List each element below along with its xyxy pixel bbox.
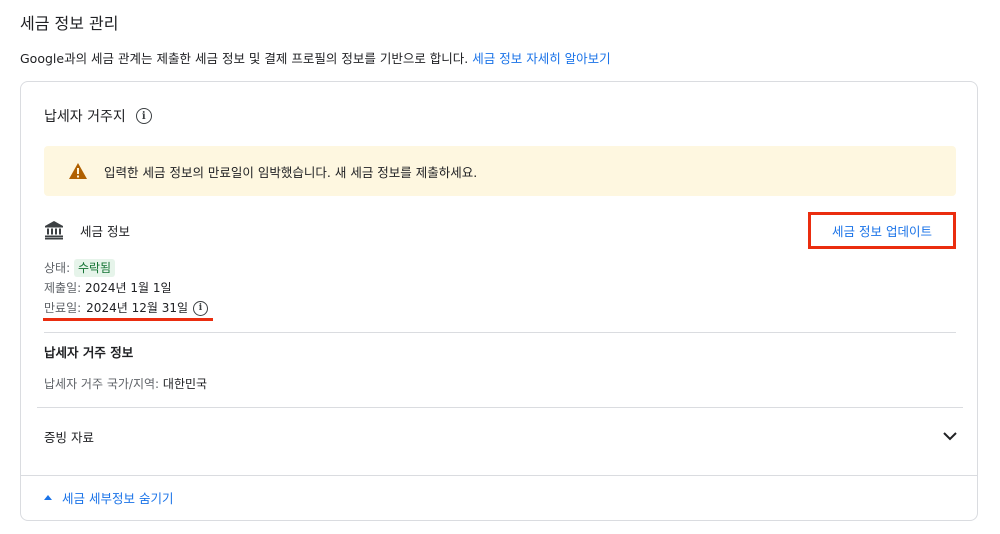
intro-text: Google과의 세금 관계는 제출한 세금 정보 및 결제 프로필의 정보를 … — [20, 48, 611, 67]
residence-info-title: 납세자 거주 정보 — [44, 345, 134, 360]
expiry-warning-banner: 입력한 세금 정보의 만료일이 임박했습니다. 새 세금 정보를 제출하세요. — [44, 146, 956, 196]
expiry-line: 만료일: 2024년 12월 31일 i — [44, 298, 208, 318]
expiry-value: 2024년 12월 31일 — [86, 301, 188, 315]
expiry-highlight-underline — [43, 318, 213, 321]
section-header: 납세자 거주지 i — [44, 106, 152, 126]
status-line: 상태: 수락됨 — [44, 258, 208, 278]
hide-details-label: 세금 세부정보 숨기기 — [62, 491, 174, 506]
intro-description: Google과의 세금 관계는 제출한 세금 정보 및 결제 프로필의 정보를 … — [20, 51, 469, 66]
submitted-line: 제출일: 2024년 1월 1일 — [44, 278, 208, 298]
tax-info-header: 세금 정보 — [44, 220, 130, 240]
evidence-label: 증빙 자료 — [44, 429, 94, 445]
tax-info-label: 세금 정보 — [80, 223, 130, 239]
caret-up-icon — [44, 495, 52, 500]
tax-residence-card: 납세자 거주지 i 입력한 세금 정보의 만료일이 임박했습니다. 새 세금 정… — [20, 81, 978, 521]
expiry-label: 만료일: — [44, 301, 82, 315]
divider — [21, 475, 977, 476]
warning-icon — [69, 163, 87, 179]
bank-icon — [45, 221, 63, 240]
section-title: 납세자 거주지 — [44, 109, 126, 125]
status-label: 상태: — [44, 261, 71, 275]
warning-text: 입력한 세금 정보의 만료일이 임박했습니다. 새 세금 정보를 제출하세요. — [104, 164, 478, 180]
chevron-down-icon[interactable] — [942, 428, 958, 444]
status-badge: 수락됨 — [73, 259, 116, 277]
update-tax-info-button[interactable]: 세금 정보 업데이트 — [808, 211, 956, 249]
tax-info-row: 세금 정보 세금 정보 업데이트 — [44, 210, 956, 250]
info-icon[interactable]: i — [135, 108, 152, 124]
divider — [37, 407, 963, 408]
submitted-value: 2024년 1월 1일 — [85, 281, 172, 295]
learn-more-link[interactable]: 세금 정보 자세히 알아보기 — [472, 51, 610, 66]
residence-country-value: 대한민국 — [162, 377, 208, 391]
submitted-label: 제출일: — [44, 281, 82, 295]
tax-info-details: 상태: 수락됨 제출일: 2024년 1월 1일 만료일: 2024년 12월 … — [44, 258, 208, 318]
residence-country-line: 납세자 거주 국가/지역: 대한민국 — [44, 375, 207, 392]
divider — [44, 332, 956, 333]
residence-country-label: 납세자 거주 국가/지역: — [44, 377, 160, 391]
expiry-info-icon[interactable]: i — [193, 300, 208, 316]
evidence-expander[interactable]: 증빙 자료 — [44, 420, 958, 452]
page-title: 세금 정보 관리 — [20, 14, 119, 33]
hide-details-button[interactable]: 세금 세부정보 숨기기 — [44, 488, 173, 507]
